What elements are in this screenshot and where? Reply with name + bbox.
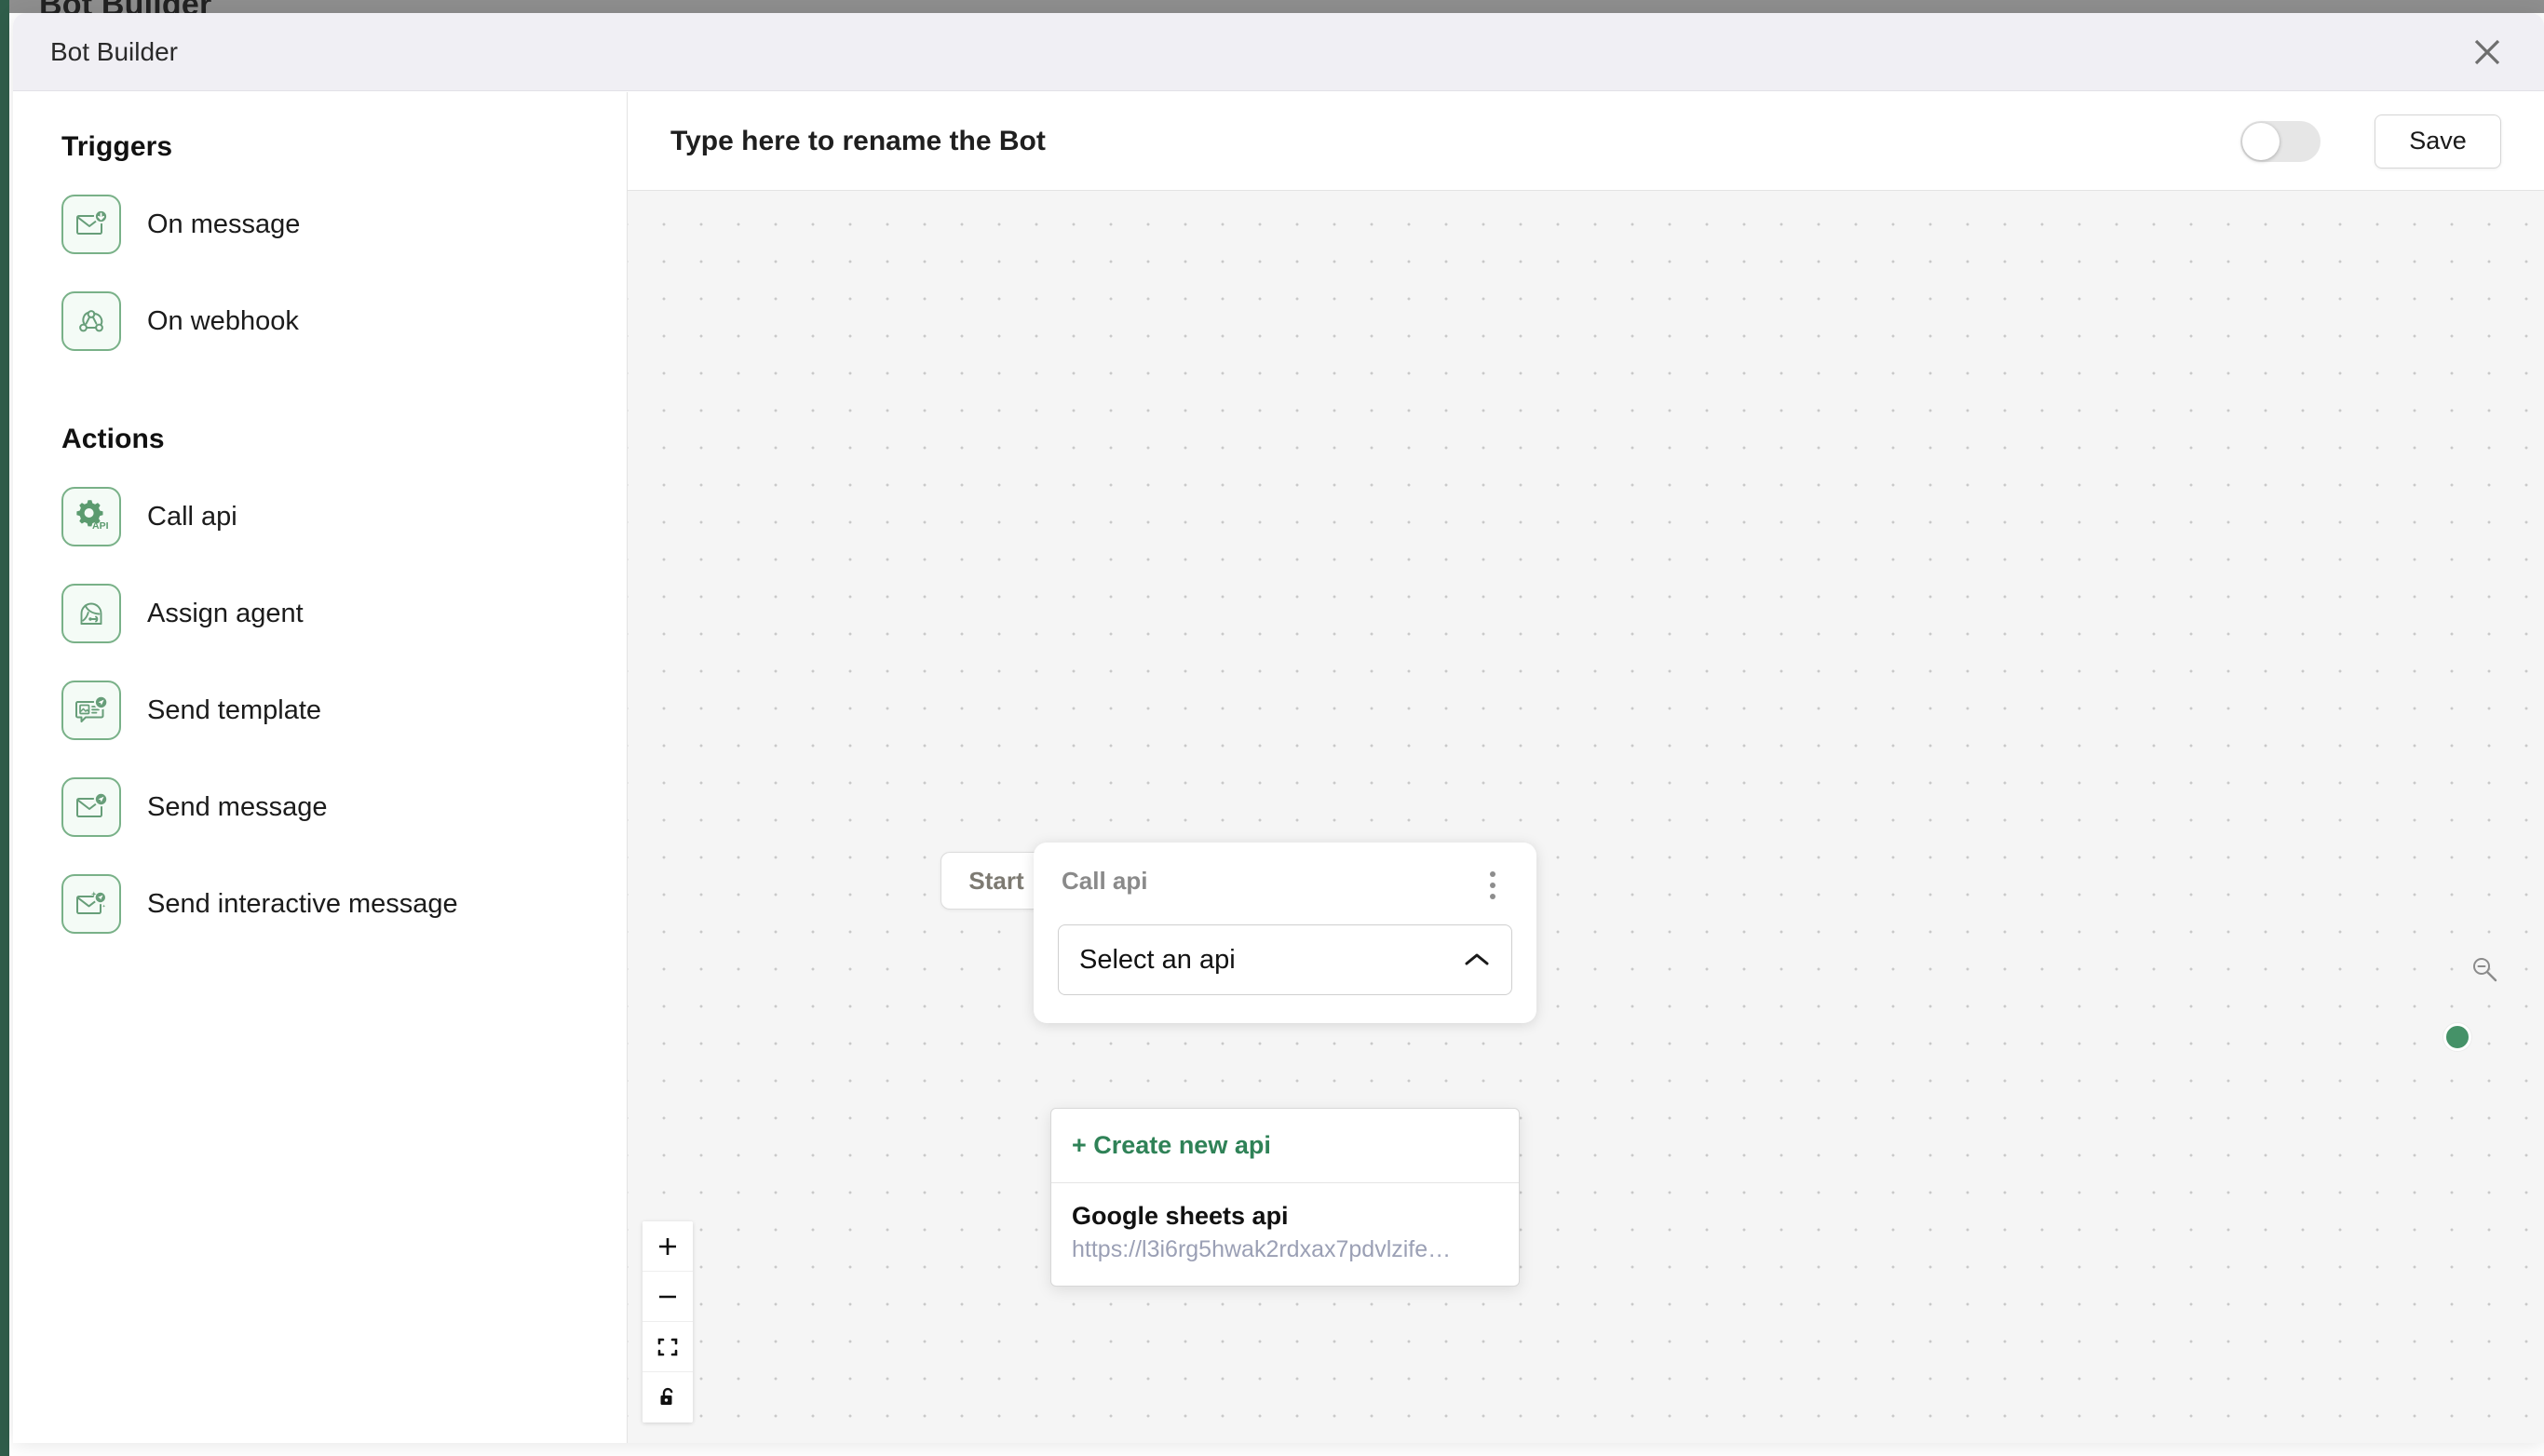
page-behind-topbar (0, 0, 2544, 13)
builder-pane: Save Start Call api Select an api (628, 92, 2544, 1443)
api-option-google-sheets[interactable]: Google sheets api https://l3i6rg5hwak2rd… (1051, 1183, 1519, 1286)
builder-header: Save (628, 92, 2544, 191)
palette-item-assign-agent[interactable]: Assign agent (13, 565, 627, 662)
modal-body: Triggers On message (13, 92, 2544, 1443)
envelope-download-icon (61, 195, 121, 254)
create-new-api-option[interactable]: + Create new api (1051, 1109, 1519, 1183)
node-palette-sidebar: Triggers On message (13, 92, 628, 1443)
call-api-node-header: Call api (1058, 867, 1512, 904)
plus-icon[interactable] (643, 1221, 693, 1272)
call-api-node-output-handle[interactable] (2443, 1023, 2471, 1051)
palette-item-label: Send template (147, 695, 321, 726)
envelope-send-icon (61, 777, 121, 837)
agent-headset-icon (61, 584, 121, 643)
page-behind-left-rail (0, 0, 9, 1456)
palette-item-call-api[interactable]: API Call api (13, 468, 627, 565)
palette-item-send-interactive-message[interactable]: Send interactive message (13, 856, 627, 952)
palette-item-label: On webhook (147, 306, 299, 337)
palette-item-on-webhook[interactable]: On webhook (13, 273, 627, 370)
kebab-menu-icon[interactable] (1477, 867, 1509, 904)
bot-name-input[interactable] (670, 126, 2240, 157)
minus-icon[interactable] (643, 1272, 693, 1322)
flow-canvas[interactable]: Start Call api Select an api (628, 191, 2544, 1443)
api-select-value: Select an api (1079, 945, 1463, 976)
canvas-controls (643, 1221, 693, 1422)
sidebar-heading-actions: Actions (13, 424, 627, 455)
close-icon[interactable] (2461, 26, 2513, 78)
sidebar-heading-triggers: Triggers (13, 131, 627, 163)
bot-enable-toggle[interactable] (2240, 121, 2321, 162)
bot-builder-modal: Bot Builder Triggers (13, 13, 2544, 1443)
palette-item-send-message[interactable]: Send message (13, 759, 627, 856)
save-button[interactable]: Save (2375, 115, 2501, 169)
magnifier-minus-icon[interactable] (2470, 954, 2499, 989)
palette-item-label: On message (147, 209, 300, 240)
template-send-icon (61, 681, 121, 740)
svg-text:API: API (92, 520, 109, 532)
palette-item-on-message[interactable]: On message (13, 176, 627, 273)
modal-titlebar: Bot Builder (13, 13, 2544, 91)
unlock-icon[interactable] (643, 1372, 693, 1422)
palette-item-label: Send message (147, 792, 327, 823)
palette-item-send-template[interactable]: Send template (13, 662, 627, 759)
trigger-palette-list: On message (13, 176, 627, 370)
api-select-dropdown: + Create new api Google sheets api https… (1050, 1108, 1520, 1287)
palette-item-label: Call api (147, 502, 237, 533)
call-api-node-title: Call api (1062, 867, 1147, 896)
palette-item-label: Send interactive message (147, 889, 458, 920)
webhook-icon (61, 291, 121, 351)
toggle-knob (2242, 123, 2280, 160)
modal-title: Bot Builder (50, 37, 178, 67)
call-api-node[interactable]: Call api Select an api (1034, 843, 1536, 1023)
envelope-send-sparkle-icon (61, 874, 121, 934)
action-palette-list: API Call api (13, 468, 627, 952)
chevron-up-icon (1463, 950, 1491, 969)
gear-api-icon: API (61, 487, 121, 546)
api-option-name: Google sheets api (1072, 1202, 1498, 1231)
api-select[interactable]: Select an api (1058, 924, 1512, 995)
palette-item-label: Assign agent (147, 599, 304, 629)
fit-view-icon[interactable] (643, 1322, 693, 1372)
api-option-url: https://l3i6rg5hwak2rdxax7pdvlzife… (1072, 1236, 1498, 1263)
